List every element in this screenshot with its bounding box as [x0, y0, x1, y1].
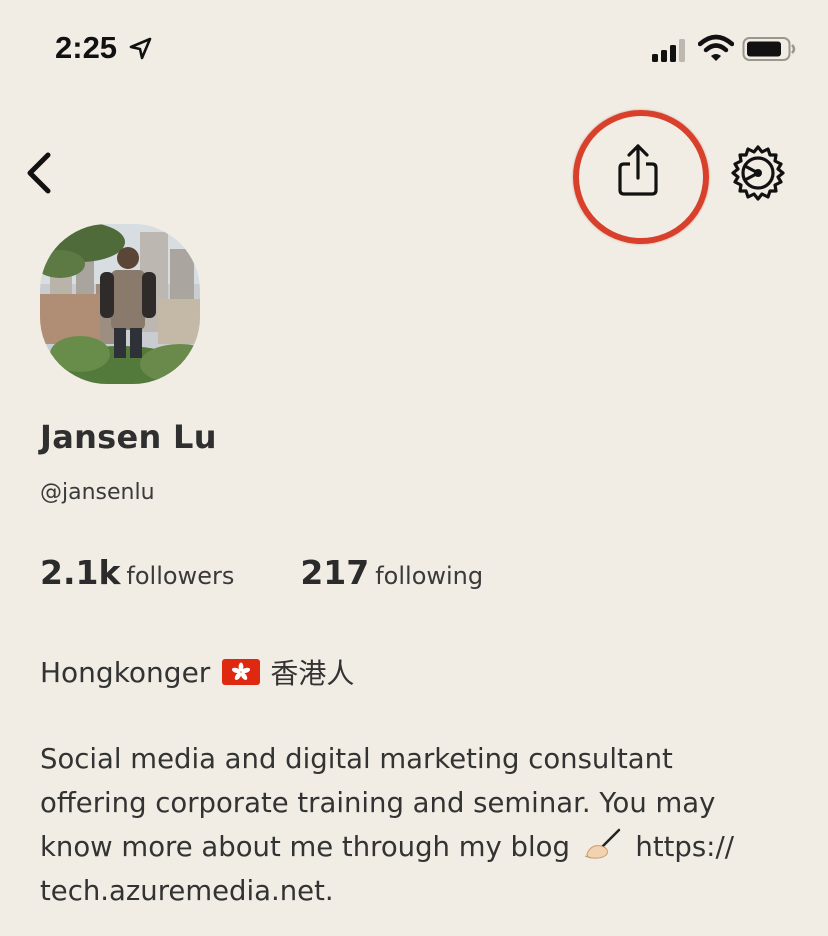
bio-headline-suffix: 香港人: [270, 657, 355, 690]
followers-stat[interactable]: 2.1k followers: [40, 553, 234, 592]
bio-line-text: know more about me through my blog: [40, 831, 570, 863]
cellular-signal-icon: [652, 39, 685, 62]
writing-hand-icon: [584, 828, 620, 859]
battery-icon: [742, 37, 796, 61]
hong-kong-flag-icon: [222, 659, 261, 685]
followers-count: 2.1k: [40, 553, 121, 592]
status-bar: 2:25: [0, 0, 828, 100]
back-chevron-icon[interactable]: [18, 145, 68, 201]
bio-line: offering corporate training and seminar.…: [40, 787, 716, 819]
settings-gear-icon[interactable]: [728, 143, 788, 203]
share-icon[interactable]: [608, 140, 668, 204]
profile-stats: 2.1k followers 217 following: [40, 553, 483, 592]
bio-line: Social media and digital marketing consu…: [40, 743, 673, 775]
bio-headline: Hongkonger 香港人: [40, 652, 354, 692]
profile-handle: @jansenlu: [40, 480, 155, 505]
following-stat[interactable]: 217 following: [300, 553, 483, 592]
following-count: 217: [300, 553, 370, 592]
bio-headline-prefix: Hongkonger: [40, 655, 211, 689]
bio-line: know more about me through my blog https…: [40, 825, 800, 869]
blog-link-part2[interactable]: tech.azuremedia.net.: [40, 869, 800, 913]
status-time: 2:25: [55, 30, 118, 65]
following-label: following: [375, 562, 484, 590]
profile-name: Jansen Lu: [40, 418, 217, 456]
blog-link-part1[interactable]: https://: [635, 831, 734, 863]
wifi-icon: [698, 34, 734, 61]
followers-label: followers: [126, 562, 235, 590]
avatar-photo: [40, 224, 200, 384]
avatar[interactable]: [40, 224, 200, 384]
bio-paragraph: Social media and digital marketing consu…: [40, 737, 800, 913]
location-arrow-icon: [129, 37, 152, 60]
